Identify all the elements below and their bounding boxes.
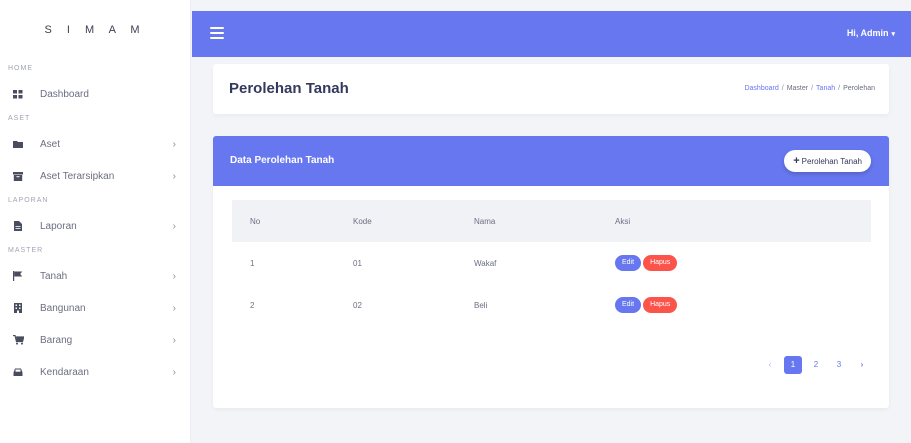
chevron-right-icon: ›	[172, 334, 176, 346]
sidebar-item-label: Aset	[40, 138, 61, 150]
flag-icon	[11, 270, 25, 282]
sidebar-item-label: Barang	[40, 334, 73, 346]
sidebar-item-tanah[interactable]: Tanah ›	[0, 260, 190, 292]
column-header-no: No	[250, 216, 261, 226]
cell-aksi: Edit Hapus	[615, 284, 871, 326]
perolehan-table: No Kode Nama Aksi 1 01 Wakaf Edit Hapus 2…	[232, 200, 871, 326]
table-row: 1 01 Wakaf Edit Hapus	[232, 242, 871, 284]
pagination-next-button[interactable]: ›	[853, 356, 871, 374]
hamburger-menu-icon[interactable]	[210, 27, 224, 39]
card-title: Data Perolehan Tanah	[230, 155, 335, 166]
file-icon	[11, 220, 25, 232]
table-header-row: No Kode Nama Aksi	[232, 200, 871, 242]
section-label-home: HOME	[8, 65, 33, 72]
chevron-right-icon: ›	[172, 302, 176, 314]
cell-aksi: Edit Hapus	[615, 242, 871, 284]
chevron-right-icon: ›	[172, 220, 176, 232]
chevron-right-icon: ›	[172, 170, 176, 182]
breadcrumb-separator: /	[811, 85, 814, 92]
pagination-prev-button[interactable]: ‹	[761, 356, 779, 374]
pagination-page-2[interactable]: 2	[807, 356, 825, 374]
breadcrumb-perolehan: Perolehan	[843, 85, 875, 92]
column-header-kode: Kode	[353, 216, 372, 226]
cell-nama: Wakaf	[474, 258, 497, 268]
cell-no: 2	[250, 300, 255, 310]
sidebar-item-label: Laporan	[40, 220, 77, 232]
delete-button[interactable]: Hapus	[643, 297, 678, 313]
sidebar-item-label: Bangunan	[40, 302, 86, 314]
pagination-page-1[interactable]: 1	[784, 356, 802, 374]
sidebar-item-label: Tanah	[40, 270, 68, 282]
breadcrumb-tanah[interactable]: Tanah	[816, 85, 835, 92]
archive-icon	[11, 170, 25, 182]
card-header: Data Perolehan Tanah + Perolehan Tanah	[213, 136, 889, 186]
car-icon	[11, 366, 25, 378]
section-label-master: MASTER	[8, 247, 44, 254]
sidebar-item-kendaraan[interactable]: Kendaraan ›	[0, 356, 190, 388]
add-button-label: Perolehan Tanah	[801, 156, 862, 166]
cart-icon	[11, 334, 25, 346]
building-icon	[11, 302, 25, 314]
column-header-nama: Nama	[474, 216, 496, 226]
edit-button[interactable]: Edit	[615, 297, 642, 313]
chevron-right-icon: ›	[172, 270, 176, 282]
sidebar-item-aset[interactable]: Aset ›	[0, 128, 190, 160]
cell-kode: 01	[353, 258, 362, 268]
sidebar: S I M A M HOME Dashboard ASET Aset › Ase…	[0, 0, 191, 443]
breadcrumb-master: Master	[786, 85, 809, 92]
chevron-right-icon: ›	[172, 366, 176, 378]
brand-logo[interactable]: S I M A M	[0, 0, 190, 60]
user-dropdown[interactable]: Hi, Admin ▾	[847, 28, 895, 38]
caret-down-icon: ▾	[891, 31, 895, 38]
data-card: Data Perolehan Tanah + Perolehan Tanah No…	[213, 136, 889, 408]
dashboard-icon	[11, 88, 25, 100]
section-header: Perolehan Tanah Dashboard / Master / Tanah / P…	[213, 64, 889, 114]
section-label-aset: ASET	[8, 115, 31, 122]
cell-no: 1	[250, 258, 255, 268]
pagination-page-3[interactable]: 3	[830, 356, 848, 374]
sidebar-item-label: Dashboard	[40, 88, 89, 100]
add-perolehan-button[interactable]: + Perolehan Tanah	[784, 150, 871, 172]
page-title: Perolehan Tanah	[229, 80, 349, 97]
breadcrumb-separator: /	[781, 85, 784, 92]
pagination: ‹ 1 2 3 ›	[756, 356, 871, 374]
cell-nama: Beli	[474, 300, 488, 310]
sidebar-item-bangunan[interactable]: Bangunan ›	[0, 292, 190, 324]
sidebar-item-barang[interactable]: Barang ›	[0, 324, 190, 356]
plus-icon: +	[793, 155, 800, 167]
table-row: 2 02 Beli Edit Hapus	[232, 284, 871, 326]
edit-button[interactable]: Edit	[615, 255, 642, 271]
sidebar-item-label: Aset Terarsipkan	[40, 170, 115, 182]
breadcrumb-separator: /	[838, 85, 841, 92]
sidebar-item-aset-terarsipkan[interactable]: Aset Terarsipkan ›	[0, 160, 190, 192]
section-label-laporan: LAPORAN	[8, 197, 49, 204]
breadcrumb: Dashboard / Master / Tanah / Perolehan	[744, 85, 875, 92]
user-greeting: Hi, Admin	[846, 28, 889, 38]
sidebar-item-label: Kendaraan	[40, 366, 89, 378]
chevron-right-icon: ›	[172, 138, 176, 150]
breadcrumb-dashboard[interactable]: Dashboard	[744, 85, 778, 92]
top-navbar: Hi, Admin ▾	[192, 11, 911, 57]
sidebar-item-dashboard[interactable]: Dashboard	[0, 78, 190, 110]
cell-kode: 02	[353, 300, 362, 310]
delete-button[interactable]: Hapus	[643, 255, 678, 271]
column-header-aksi: Aksi	[615, 216, 631, 226]
folder-icon	[11, 138, 25, 150]
sidebar-item-laporan[interactable]: Laporan ›	[0, 210, 190, 242]
